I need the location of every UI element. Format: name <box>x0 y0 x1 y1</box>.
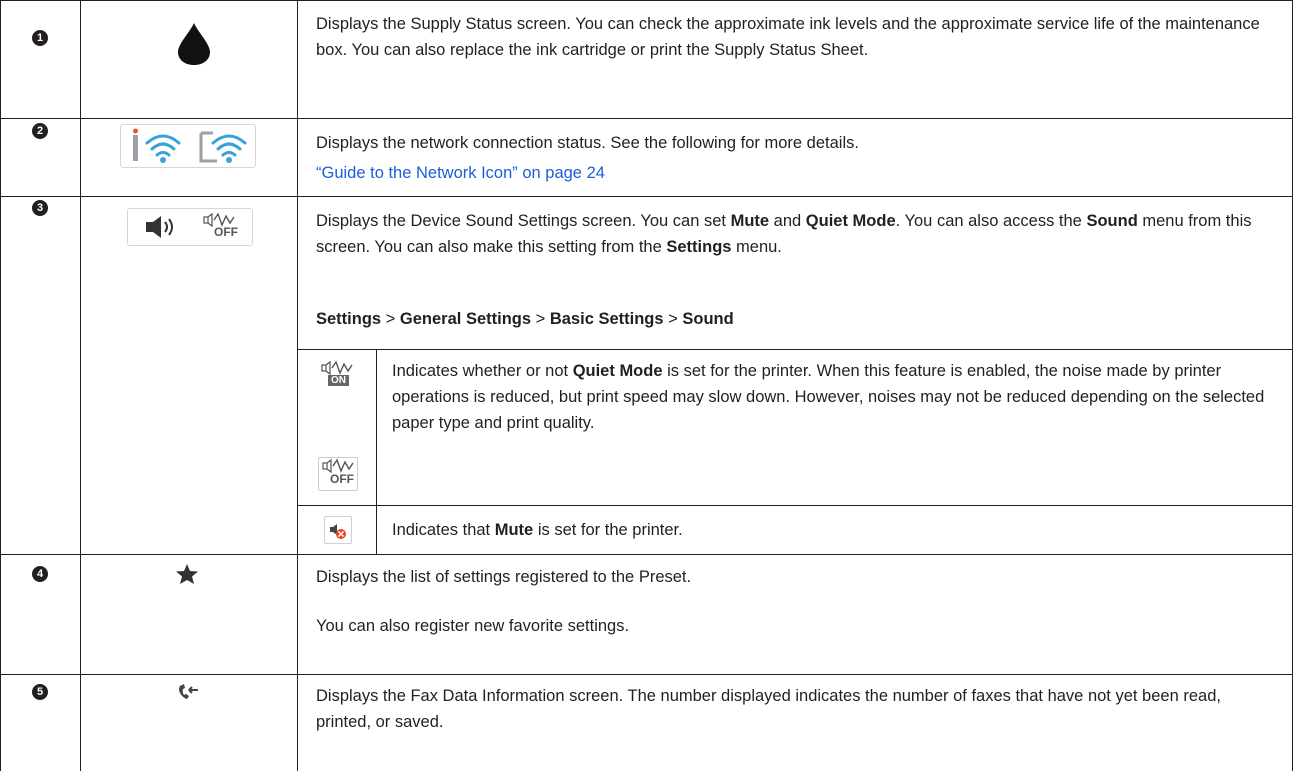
row-3-description: Displays the Device Sound Settings scree… <box>316 212 1252 256</box>
column-divider <box>80 0 81 771</box>
row-number-4: 4 <box>32 566 48 582</box>
network-icon-guide-link[interactable]: “Guide to the Network Icon” on page 24 <box>316 160 1276 186</box>
row-number-5: 5 <box>32 684 48 700</box>
column-divider <box>297 0 298 771</box>
quiet-mode-off-label: OFF <box>214 225 238 239</box>
quiet-mode-description: Indicates whether or not Quiet Mode is s… <box>392 362 1265 432</box>
row-1-description: Displays the Supply Status screen. You c… <box>316 15 1260 59</box>
quiet-mode-off-icon-small: OFF <box>318 457 358 491</box>
mute-icon <box>324 516 352 544</box>
row-divider <box>0 674 1293 675</box>
row-divider <box>297 349 1293 350</box>
network-icon-graphic <box>133 128 247 163</box>
row-number-3: 3 <box>32 200 48 216</box>
row-divider <box>0 196 1293 197</box>
row-5-description: Displays the Fax Data Information screen… <box>316 687 1221 731</box>
quiet-mode-on-label: ON <box>328 375 349 386</box>
column-divider <box>0 0 1 771</box>
network-status-icons <box>120 124 256 168</box>
row-2-description: Displays the network connection status. … <box>316 134 859 152</box>
star-icon <box>175 563 199 590</box>
quiet-mode-off-icon: OFF <box>202 211 246 243</box>
mute-description: Indicates that Mute is set for the print… <box>392 521 683 539</box>
row-4-note: You can also register new favorite setti… <box>316 617 630 635</box>
fax-data-icon <box>177 683 199 706</box>
row-divider <box>297 505 1293 506</box>
quiet-mode-on-icon: ON <box>318 360 356 390</box>
quiet-mode-off-small-label: OFF <box>330 472 354 486</box>
row-divider <box>0 0 1293 1</box>
row-divider <box>0 554 1293 555</box>
sound-settings-icons: OFF <box>127 208 253 246</box>
row-number-1: 1 <box>32 30 48 46</box>
column-divider <box>376 349 377 554</box>
row-number-2: 2 <box>32 123 48 139</box>
ink-drop-icon <box>176 22 212 71</box>
row-4-description: Displays the list of settings registered… <box>316 568 692 586</box>
row-divider <box>0 118 1293 119</box>
settings-menu-path: Settings > General Settings > Basic Sett… <box>316 310 734 328</box>
